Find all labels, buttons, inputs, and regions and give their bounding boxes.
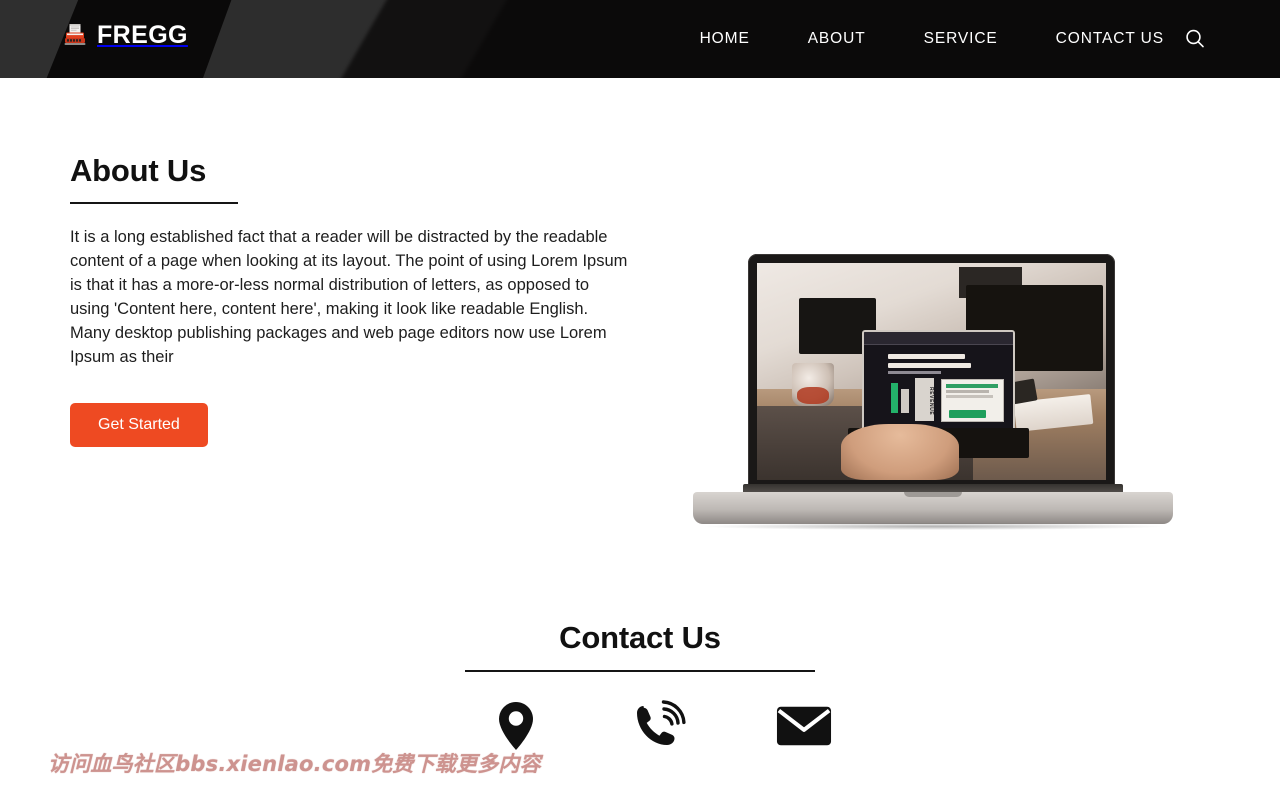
inner-laptop-screen: REVENUE (861, 330, 1016, 433)
nav-item-contact-us[interactable]: CONTACT US (1056, 30, 1164, 48)
inner-subhead-line (887, 371, 942, 375)
brand-name: FREGG (97, 20, 188, 49)
contact-icon-row (0, 698, 1280, 754)
get-started-button[interactable]: Get Started (70, 403, 208, 448)
inner-revenue-label: REVENUE (914, 378, 934, 422)
site-header: FREGG HOME ABOUT SERVICE CONTACT US (0, 0, 1280, 78)
contact-heading: Contact Us (559, 620, 721, 655)
main-navigation: HOME ABOUT SERVICE CONTACT US (700, 0, 1164, 78)
laptop-lid: REVENUE (748, 254, 1115, 490)
phone-icon[interactable] (632, 698, 688, 754)
search-icon[interactable] (1182, 26, 1208, 52)
inner-panel-text-1 (946, 390, 989, 394)
about-section: About Us It is a long established fact t… (0, 78, 1280, 608)
page-title: About Us (70, 153, 207, 188)
photo-hands (840, 423, 960, 480)
watermark-text: 访问血鸟社区bbs.xienlao.com免费下载更多内容 (48, 752, 541, 776)
about-copy-block: About Us It is a long established fact t… (70, 153, 640, 448)
inner-chart-bar-2 (901, 389, 909, 413)
nav-item-about[interactable]: ABOUT (808, 30, 866, 48)
laptop-shadow (705, 523, 1161, 530)
inner-panel-text-2 (946, 395, 994, 399)
photo-cup-liquid (797, 386, 829, 405)
location-pin-icon[interactable] (488, 698, 544, 754)
laptop-base-notch (904, 492, 962, 497)
inner-panel-accent (946, 383, 999, 388)
nav-item-home[interactable]: HOME (700, 30, 750, 48)
inner-headline-line-2 (887, 362, 972, 368)
brand-logo[interactable]: FREGG (62, 22, 188, 48)
inner-chart-bar-1 (890, 383, 899, 413)
contact-heading-rule (465, 670, 815, 672)
about-heading-rule (70, 202, 238, 205)
laptop-screen: REVENUE (757, 263, 1106, 480)
inner-browser-topbar (863, 332, 1014, 345)
laptop-illustration: REVENUE (693, 250, 1173, 530)
about-body-text: It is a long established fact that a rea… (70, 228, 628, 367)
page-root: FREGG HOME ABOUT SERVICE CONTACT US Abou… (0, 0, 1280, 792)
inner-panel (941, 379, 1005, 423)
laptop-base (693, 492, 1173, 524)
typewriter-icon (62, 22, 88, 48)
envelope-icon[interactable] (776, 698, 832, 754)
nav-item-service[interactable]: SERVICE (924, 30, 998, 48)
inner-headline-line-1 (887, 353, 966, 359)
inner-panel-button (948, 409, 987, 419)
